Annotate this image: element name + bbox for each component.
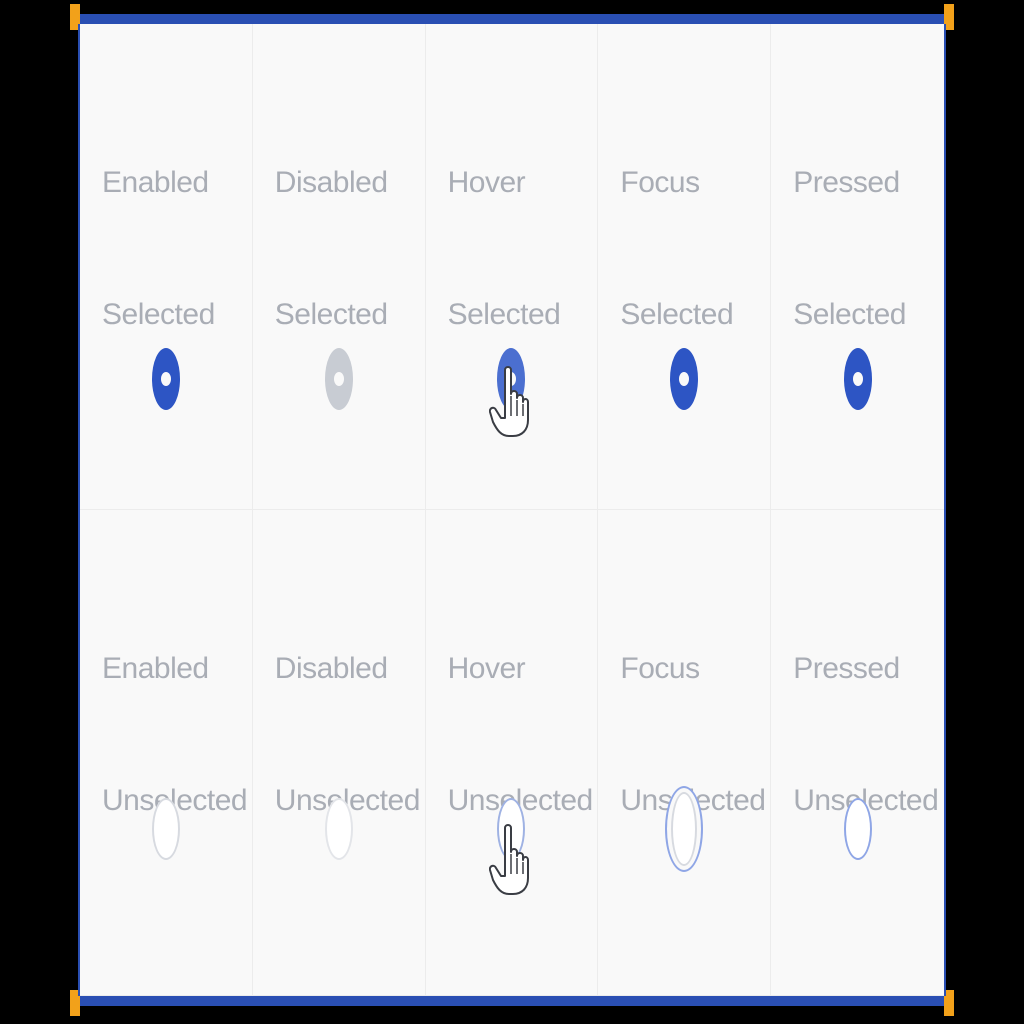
- cell-focus-selected: Focus Selected: [598, 24, 772, 510]
- state-name: Pressed: [793, 652, 900, 685]
- state-name: Focus: [620, 166, 700, 199]
- radio-button[interactable]: [151, 348, 180, 410]
- selection-name: Selected: [620, 298, 734, 331]
- frame-bottom-edge: [78, 996, 946, 1006]
- radio-states-frame: Enabled Selected Disabled Selected Hover…: [78, 24, 946, 996]
- cell-hover-selected: Hover Selected: [425, 24, 599, 510]
- radio-button[interactable]: [843, 348, 872, 410]
- radio-button[interactable]: [151, 798, 180, 860]
- state-name: Enabled: [102, 166, 209, 199]
- state-name: Hover: [447, 652, 526, 685]
- radio-button-disabled: [324, 798, 353, 860]
- selection-name: Selected: [447, 298, 561, 331]
- cell-disabled-unselected: Disabled Unselected: [252, 510, 426, 996]
- cell-pressed-unselected: Pressed Unselected: [771, 510, 944, 996]
- cell-disabled-selected: Disabled Selected: [252, 24, 426, 510]
- state-name: Disabled: [274, 166, 388, 199]
- state-name: Enabled: [102, 652, 209, 685]
- hand-pointer-icon: [489, 824, 530, 895]
- state-name: Focus: [620, 652, 700, 685]
- state-name: Pressed: [793, 166, 900, 199]
- state-name: Disabled: [274, 652, 388, 685]
- canvas: Enabled Selected Disabled Selected Hover…: [0, 0, 1024, 1024]
- hand-pointer-icon: [489, 366, 530, 437]
- cell-hover-unselected: Hover Unselected: [425, 510, 599, 996]
- selection-name: Selected: [274, 298, 388, 331]
- selection-name: Selected: [102, 298, 215, 331]
- cell-focus-unselected: Focus Unselected: [598, 510, 772, 996]
- radio-button[interactable]: [843, 798, 872, 860]
- frame-top-edge: [78, 14, 946, 24]
- cell-enabled-unselected: Enabled Unselected: [80, 510, 253, 996]
- radio-button-disabled: [324, 348, 353, 410]
- state-name: Hover: [447, 166, 526, 199]
- selection-name: Selected: [793, 298, 906, 331]
- cell-enabled-selected: Enabled Selected: [80, 24, 253, 510]
- cell-pressed-selected: Pressed Selected: [771, 24, 944, 510]
